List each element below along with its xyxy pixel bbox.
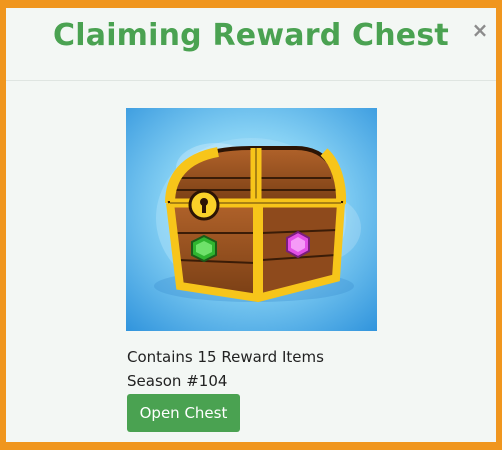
treasure-chest-image: [126, 108, 377, 331]
green-gem-icon: [191, 234, 217, 263]
open-chest-button[interactable]: Open Chest: [127, 394, 240, 432]
reward-items-count: Contains 15 Reward Items: [127, 348, 324, 366]
modal-title: Claiming Reward Chest: [53, 18, 449, 53]
pink-gem-icon: [286, 230, 310, 259]
close-icon[interactable]: ×: [472, 18, 489, 42]
modal-header: Claiming Reward Chest ×: [6, 8, 496, 81]
reward-chest-modal: Claiming Reward Chest × Contains 15 Rewa…: [0, 0, 502, 450]
season-label: Season #104: [127, 372, 228, 390]
close-button[interactable]: ×: [470, 20, 490, 40]
